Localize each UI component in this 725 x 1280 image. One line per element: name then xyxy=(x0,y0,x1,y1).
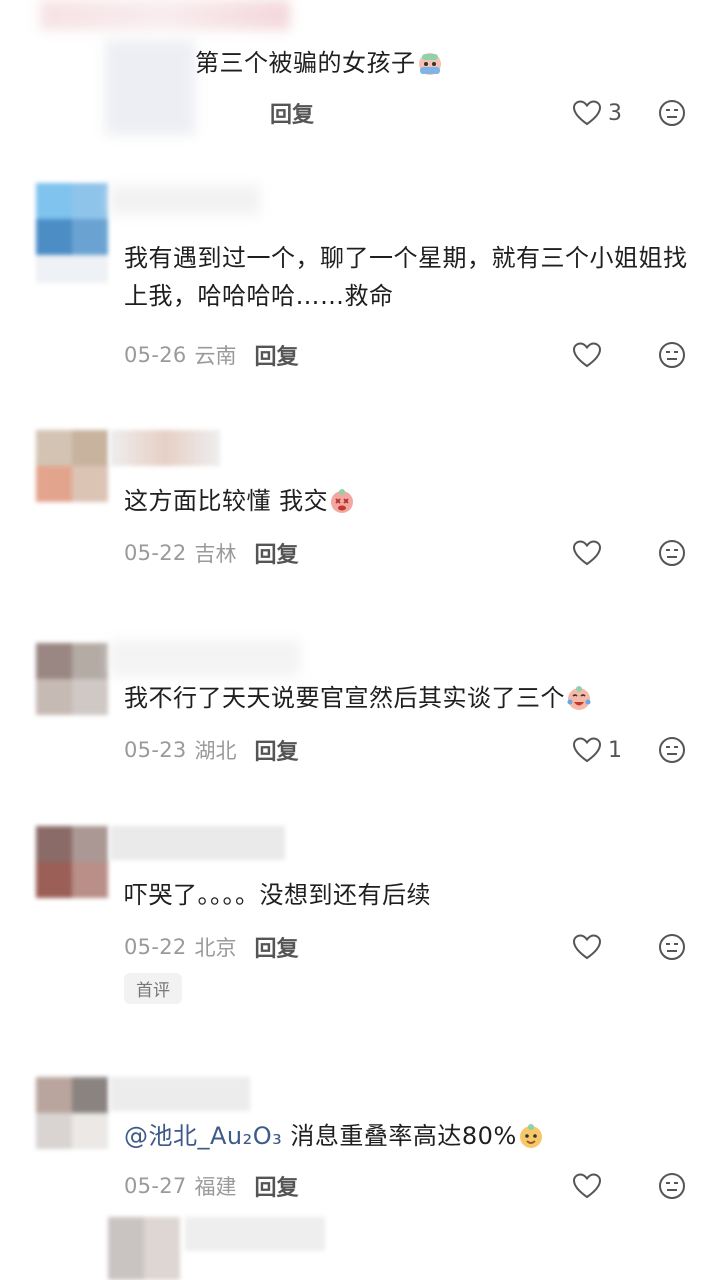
crying-face-emoji xyxy=(418,53,441,75)
heart-icon xyxy=(572,540,602,566)
comment-date: 05-23 xyxy=(124,738,187,762)
heart-icon xyxy=(572,934,602,960)
like-button[interactable]: 1 xyxy=(572,730,622,770)
comment-date: 05-22 xyxy=(124,541,187,565)
comment-date: 05-26 xyxy=(124,343,187,367)
blurred-username-6 xyxy=(110,1077,250,1111)
blurred-username-2 xyxy=(110,185,260,215)
dizzy-face-emoji xyxy=(331,489,354,513)
comment-text-1: 第三个被骗的女孩子 xyxy=(195,44,725,82)
reply-button[interactable]: 回复 xyxy=(270,97,314,129)
heart-icon xyxy=(572,737,602,763)
comment-meta-2: 05-26 云南 回复 xyxy=(124,335,299,375)
neutral-face-icon[interactable] xyxy=(658,341,686,369)
comment-text-5: 吓哭了。。。。没想到还有后续 xyxy=(124,881,431,909)
reply-button[interactable]: 回复 xyxy=(255,1170,299,1202)
blurred-username-3 xyxy=(110,430,220,466)
blurred-avatar-2[interactable] xyxy=(36,183,108,283)
like-button[interactable] xyxy=(572,1166,602,1206)
comment-location: 北京 xyxy=(194,936,237,960)
comment-meta-5: 05-22 北京 回复 xyxy=(124,927,299,967)
neutral-face-icon[interactable] xyxy=(658,539,686,567)
comment-text-2: 我有遇到过一个，聊了一个星期，就有三个小姐姐找上我，哈哈哈哈……救命 xyxy=(124,244,688,310)
comment-location: 湖北 xyxy=(194,739,237,763)
reply-button[interactable]: 回复 xyxy=(255,537,299,569)
blurred-avatar-3[interactable] xyxy=(36,430,108,502)
heart-icon xyxy=(572,1173,602,1199)
comment-location: 福建 xyxy=(194,1175,237,1199)
neutral-face-icon[interactable] xyxy=(658,99,686,127)
blurred-username-4 xyxy=(110,640,300,676)
neutral-face-icon[interactable] xyxy=(658,933,686,961)
neutral-face-icon[interactable] xyxy=(658,736,686,764)
blurred-avatar-7[interactable] xyxy=(108,1217,180,1280)
like-button[interactable] xyxy=(572,335,602,375)
blurred-username-5 xyxy=(110,826,285,860)
laugh-cry-emoji xyxy=(567,686,591,710)
like-button[interactable]: 3 xyxy=(572,93,622,133)
mention-link[interactable]: @池北_Au₂O₃ xyxy=(124,1122,282,1150)
reply-button[interactable]: 回复 xyxy=(255,734,299,766)
comment-meta-1: 回复 xyxy=(270,93,314,133)
comment-meta-3: 05-22 吉林 回复 xyxy=(124,533,299,573)
blurred-avatar-5[interactable] xyxy=(36,826,108,898)
reply-button[interactable]: 回复 xyxy=(255,339,299,371)
blurred-avatar-1[interactable] xyxy=(105,40,195,135)
like-count: 1 xyxy=(608,737,622,763)
cheeky-face-emoji xyxy=(519,1124,542,1148)
heart-icon xyxy=(572,342,602,368)
comment-date: 05-22 xyxy=(124,935,187,959)
comment-meta-4: 05-23 湖北 回复 xyxy=(124,730,299,770)
like-button[interactable] xyxy=(572,927,602,967)
blurred-username-7 xyxy=(185,1217,325,1251)
neutral-face-icon[interactable] xyxy=(658,1172,686,1200)
comment-meta-6: 05-27 福建 回复 xyxy=(124,1166,299,1206)
comment-location: 云南 xyxy=(194,344,237,368)
comment-text-3: 这方面比较懂 我交 xyxy=(124,482,694,520)
reply-button[interactable]: 回复 xyxy=(255,931,299,963)
blurred-avatar-4[interactable] xyxy=(36,643,108,715)
comment-text-4: 我不行了天天说要官宣然后其实谈了三个 xyxy=(124,679,694,717)
blurred-avatar-6[interactable] xyxy=(36,1077,108,1149)
first-comment-badge: 首评 xyxy=(124,973,182,1004)
comment-location: 吉林 xyxy=(194,542,237,566)
like-button[interactable] xyxy=(572,533,602,573)
heart-icon xyxy=(572,100,602,126)
blurred-username-1 xyxy=(40,0,290,30)
comment-date: 05-27 xyxy=(124,1174,187,1198)
comment-text-6: @池北_Au₂O₃ 消息重叠率高达80% xyxy=(124,1117,694,1155)
like-count: 3 xyxy=(608,100,622,126)
